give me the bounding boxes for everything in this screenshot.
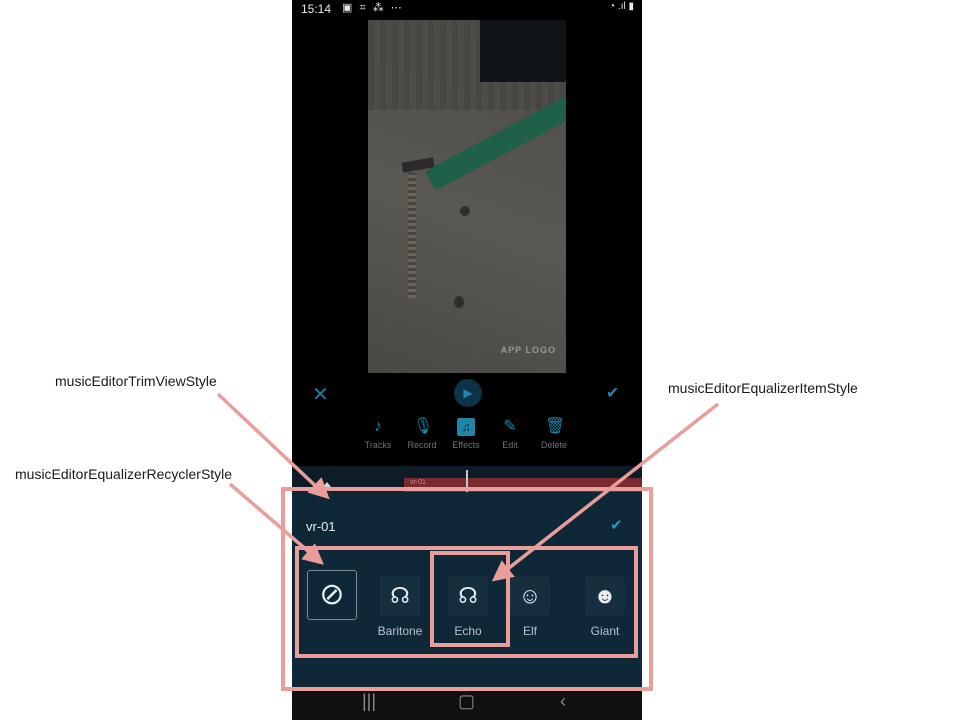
- annotation-arrows: [216, 392, 720, 582]
- arrow-recycler: [228, 482, 324, 565]
- arrow-trim-view: [216, 392, 330, 500]
- annotation-label-trim-view: musicEditorTrimViewStyle: [55, 373, 217, 389]
- arrow-item: [491, 402, 720, 582]
- annotation-label-recycler: musicEditorEqualizerRecyclerStyle: [15, 466, 233, 482]
- annotation-label-item: musicEditorEqualizerItemStyle: [668, 380, 858, 396]
